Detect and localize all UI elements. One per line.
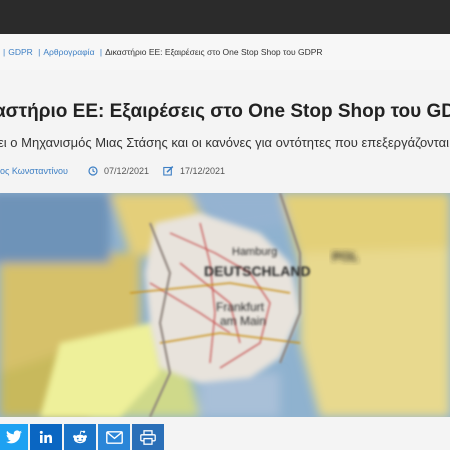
edit-icon (163, 166, 174, 176)
breadcrumb-separator: | (38, 47, 41, 57)
share-email-button[interactable] (98, 424, 130, 450)
print-button[interactable] (132, 424, 164, 450)
map-label-pol: POL (332, 249, 359, 264)
author-link[interactable]: ιος Κωνσταντίνου (0, 163, 68, 179)
share-reddit-button[interactable] (64, 424, 96, 450)
map-label-frankfurt: Frankfurt (216, 300, 265, 314)
updated-date-text: 17/12/2021 (180, 166, 226, 176)
breadcrumb-separator: | (99, 47, 103, 57)
print-icon (140, 429, 156, 445)
article-subtitle: ει ο Μηχανισμός Μιας Στάσης και οι κανόν… (0, 135, 450, 150)
breadcrumb-current: Δικαστήριο ΕΕ: Εξαιρέσεις στο One Stop S… (105, 47, 323, 57)
share-twitter-button[interactable] (0, 424, 28, 450)
top-navigation-bar (0, 0, 450, 34)
linkedin-icon (39, 430, 52, 443)
updated-date: 17/12/2021 (163, 163, 225, 179)
breadcrumb-separator: | (3, 47, 6, 57)
breadcrumb: | GDPR | Αρθρογραφία | Δικαστήριο ΕΕ: Εξαιρ… (0, 34, 450, 70)
email-icon (105, 430, 123, 444)
map-label-am-main: am Main (220, 314, 266, 328)
breadcrumb-item-articles[interactable]: Αρθρογραφία (43, 47, 94, 57)
published-date: 07/12/2021 (88, 163, 149, 179)
reddit-icon (73, 430, 87, 444)
twitter-icon (6, 430, 22, 444)
article-meta: ιος Κωνσταντίνου 07/12/2021 17/12/2021 (0, 163, 450, 179)
europe-map-image: Hamburg DEUTSCHLAND Frankfurt am Main PO… (0, 193, 450, 417)
breadcrumb-item-gdpr[interactable]: GDPR (8, 47, 33, 57)
published-date-text: 07/12/2021 (104, 166, 150, 176)
map-label-hamburg: Hamburg (232, 246, 277, 258)
share-linkedin-button[interactable] (30, 424, 62, 450)
clock-icon (88, 166, 98, 176)
article-title: αστήριο ΕΕ: Εξαιρέσεις στο One Stop Shop… (0, 101, 450, 122)
article-hero-image: Hamburg DEUTSCHLAND Frankfurt am Main PO… (0, 193, 450, 417)
share-buttons (0, 424, 166, 450)
map-label-deutschland: DEUTSCHLAND (204, 263, 311, 279)
